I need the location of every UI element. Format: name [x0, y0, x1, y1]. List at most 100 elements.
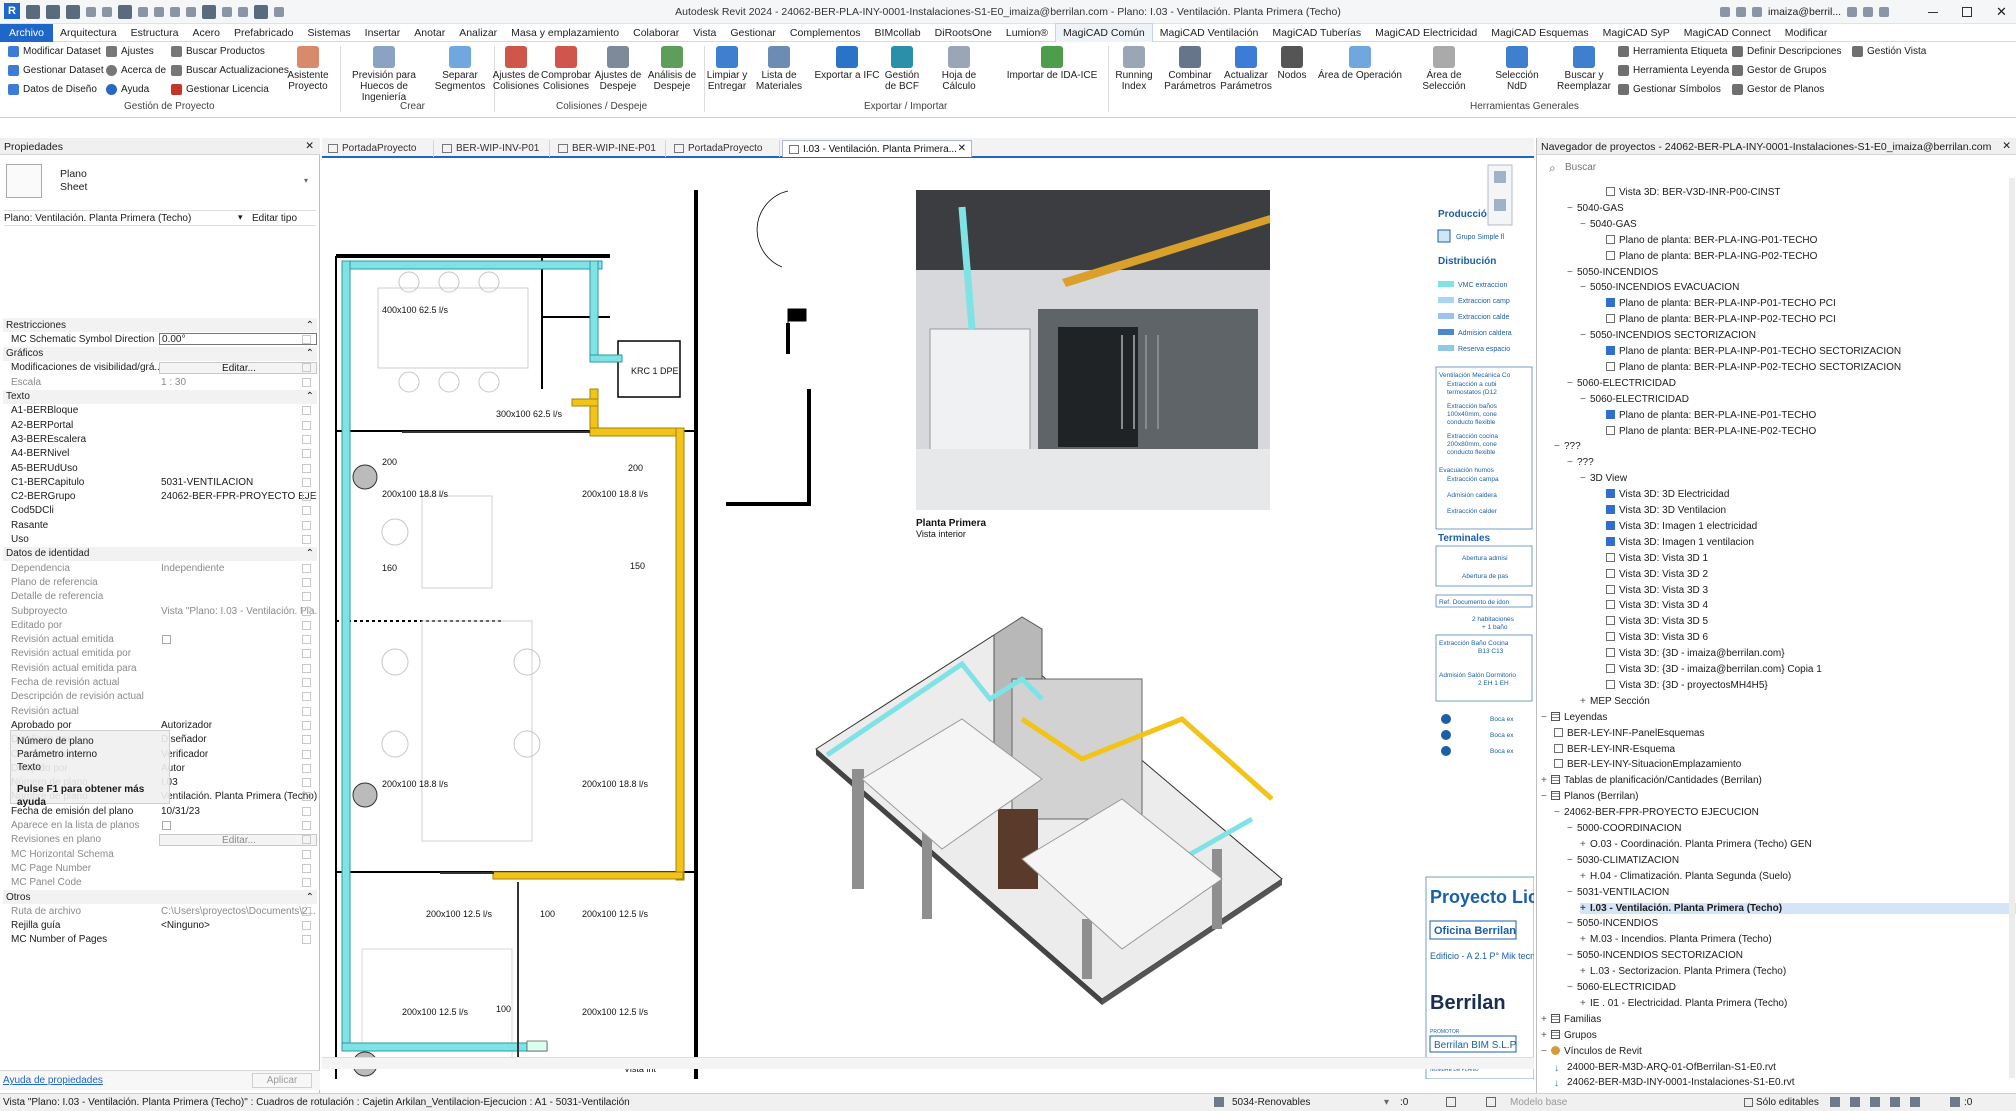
- associate-parameter-icon[interactable]: [302, 449, 311, 459]
- associate-parameter-icon[interactable]: [302, 835, 311, 845]
- property-row[interactable]: MC Number of Pages: [3, 933, 317, 947]
- tree-item[interactable]: Plano de planta: BER-PLA-INP-P02-TECHO P…: [1606, 314, 1836, 325]
- separar-segmentos-button[interactable]: Separar Segmentos: [434, 46, 486, 92]
- property-row[interactable]: Modificaciones de visibilidad/grá... Edit…: [3, 361, 317, 375]
- checkbox[interactable]: [162, 635, 171, 645]
- tree-item[interactable]: Vista 3D: Imagen 1 electricidad: [1606, 520, 1757, 532]
- property-value[interactable]: I.03: [159, 777, 317, 788]
- menu-tab-15[interactable]: DiRootsOne: [928, 24, 999, 42]
- associate-parameter-icon[interactable]: [302, 577, 311, 587]
- associate-parameter-icon[interactable]: [302, 649, 311, 659]
- property-value[interactable]: Autorizador: [159, 720, 317, 731]
- tree-item[interactable]: −5050-INCENDIOS: [1567, 918, 1658, 929]
- menu-tab-19[interactable]: MagiCAD Tuberías: [1265, 24, 1368, 42]
- type-selector-preview[interactable]: Plano Sheet ▾: [4, 162, 316, 200]
- property-value[interactable]: 0.00°: [159, 333, 317, 346]
- associate-parameter-icon[interactable]: [302, 635, 311, 645]
- expand-icon[interactable]: +: [1580, 696, 1588, 707]
- tree-item[interactable]: −5031-VENTILACION: [1567, 887, 1669, 898]
- scrollbar[interactable]: [2009, 178, 2015, 1078]
- gestionar-licencia-button[interactable]: Gestionar Licencia: [171, 84, 269, 95]
- associate-parameter-icon[interactable]: [302, 563, 311, 573]
- collapse-icon[interactable]: −: [1554, 807, 1562, 818]
- property-value[interactable]: 10/31/23: [159, 806, 317, 817]
- menu-tab-20[interactable]: MagiCAD Electricidad: [1368, 24, 1484, 42]
- gestion-bcf-button[interactable]: Gestión de BCF: [880, 46, 924, 92]
- zoom-icon[interactable]: [1494, 199, 1506, 211]
- acerca-button[interactable]: Acerca de: [106, 65, 166, 76]
- property-row[interactable]: Revisión actual emitida para: [3, 661, 317, 675]
- tree-item[interactable]: Vista 3D: {3D - imaiza@berrilan.com}: [1606, 648, 1785, 659]
- steering-wheel-icon[interactable]: [1494, 171, 1506, 183]
- tree-item[interactable]: −5040-GAS: [1567, 203, 1624, 214]
- tree-item[interactable]: −???: [1567, 457, 1594, 468]
- property-row[interactable]: Cod5DCli: [3, 504, 317, 518]
- property-value[interactable]: <Ninguno>: [159, 920, 317, 931]
- property-value[interactable]: Independiente: [159, 563, 317, 574]
- collapse-icon[interactable]: −: [1567, 887, 1575, 898]
- tab-active-sheet[interactable]: I.03 - Ventilación. Planta Primera... ✕: [782, 140, 972, 157]
- tree-item[interactable]: −5050-INCENDIOS SECTORIZACION: [1567, 950, 1743, 961]
- seleccion-ndd-button[interactable]: Selección NdD: [1484, 46, 1550, 92]
- associate-parameter-icon[interactable]: [302, 520, 311, 530]
- tree-item[interactable]: Vista 3D: Vista 3D 5: [1606, 616, 1708, 627]
- tree-item[interactable]: −3D View: [1580, 473, 1627, 484]
- analisis-despeje-button[interactable]: Análisis de Despeje: [646, 46, 698, 92]
- menu-tab-18[interactable]: MagiCAD Ventilación: [1153, 24, 1266, 42]
- exchange-icon[interactable]: [1863, 7, 1874, 17]
- help-icon[interactable]: [1879, 7, 1890, 17]
- property-row[interactable]: C1-BERCapitulo 5031-VENTILACION: [3, 475, 317, 489]
- associate-parameter-icon[interactable]: [302, 692, 311, 702]
- associate-parameter-icon[interactable]: [302, 463, 311, 473]
- tree-item[interactable]: − Leyendas: [1541, 711, 1607, 723]
- menu-tab-23[interactable]: MagiCAD Connect: [1677, 24, 1778, 42]
- property-row[interactable]: A4-BERNivel: [3, 447, 317, 461]
- property-row[interactable]: Descripción de revisión actual: [3, 690, 317, 704]
- property-category[interactable]: Otros ⌃: [3, 890, 317, 904]
- importar-ida-ice-button[interactable]: Importar de IDA-ICE: [1004, 46, 1100, 81]
- property-row[interactable]: Fecha de revisión actual: [3, 676, 317, 690]
- tree-item[interactable]: + Familias: [1541, 1013, 1601, 1025]
- herramienta-etiqueta-button[interactable]: Herramienta Etiqueta: [1618, 46, 1728, 57]
- ajustes-despeje-button[interactable]: Ajustes de Despeje: [592, 46, 644, 92]
- hoja-calculo-button[interactable]: Hoja de Cálculo: [924, 46, 994, 92]
- checkbox[interactable]: [162, 821, 171, 830]
- property-value[interactable]: 24062-BER-FPR-PROYECTO EJECU...: [159, 491, 317, 502]
- property-value[interactable]: Editar...: [159, 833, 317, 846]
- associate-parameter-icon[interactable]: [302, 406, 311, 416]
- tree-item[interactable]: Vista 3D: BER-V3D-INR-P00-CINST: [1606, 187, 1781, 198]
- limpiar-entregar-button[interactable]: Limpiar y Entregar: [702, 46, 752, 92]
- tree-item[interactable]: BER-LEY-INY-SituacionEmplazamiento: [1554, 759, 1741, 770]
- menu-tab-16[interactable]: Lumion®: [999, 24, 1055, 42]
- close-icon[interactable]: ✕: [2002, 140, 2011, 152]
- help-link[interactable]: Ayuda de propiedades: [3, 1075, 103, 1086]
- expand-icon[interactable]: +: [1541, 775, 1549, 786]
- collapse-icon[interactable]: −: [1567, 267, 1575, 278]
- ayuda-button[interactable]: Ayuda: [106, 84, 149, 95]
- associate-parameter-icon[interactable]: [302, 935, 311, 945]
- select-underlay-icon[interactable]: [1850, 1097, 1860, 1107]
- browser-search[interactable]: ⌕: [1549, 160, 1999, 176]
- associate-parameter-icon[interactable]: [302, 921, 311, 931]
- tree-item[interactable]: −5050-INCENDIOS EVACUACION: [1580, 282, 1739, 293]
- gestor-planos-button[interactable]: Gestor de Planos: [1732, 84, 1824, 95]
- property-row[interactable]: Revisión actual emitida por: [3, 647, 317, 661]
- close-icon[interactable]: ✕: [305, 140, 314, 152]
- expand-icon[interactable]: +: [1580, 871, 1588, 882]
- main-model[interactable]: Modelo base: [1510, 1097, 1567, 1108]
- tree-item[interactable]: + Tablas de planificación/Cantidades (Ber…: [1541, 775, 1762, 786]
- associate-parameter-icon[interactable]: [302, 735, 311, 745]
- tree-item[interactable]: −5060-ELECTRICIDAD: [1567, 378, 1676, 389]
- ajustes-colisiones-button[interactable]: Ajustes de Colisiones: [490, 46, 542, 92]
- expand-icon[interactable]: +: [1580, 934, 1588, 945]
- drag-elements-icon[interactable]: [1910, 1097, 1920, 1107]
- associate-parameter-icon[interactable]: [302, 706, 311, 716]
- model-icon[interactable]: [1486, 1097, 1496, 1107]
- property-row[interactable]: A3-BEREscalera: [3, 432, 317, 446]
- expand-icon[interactable]: +: [1541, 1014, 1549, 1025]
- property-row[interactable]: Subproyecto Vista "Plano: I.03 - Ventilac…: [3, 604, 317, 618]
- expand-icon[interactable]: +: [1580, 903, 1588, 914]
- area-seleccion-button[interactable]: Área de Selección: [1404, 46, 1484, 92]
- tree-item[interactable]: Vista 3D: Vista 3D 6: [1606, 632, 1708, 643]
- property-row[interactable]: Revisiones en plano Editar...: [3, 833, 317, 847]
